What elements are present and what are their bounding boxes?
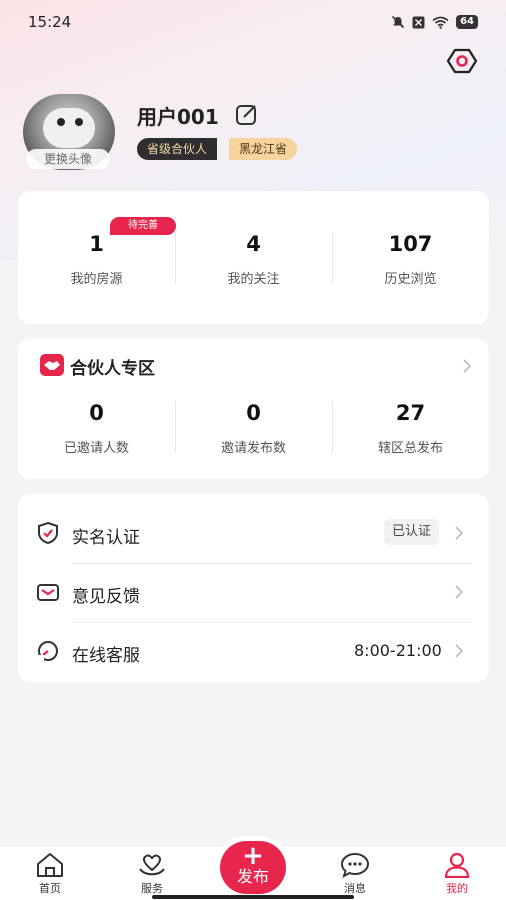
stat-invited[interactable]: 0 已邀请人数: [18, 401, 175, 456]
partner-level-badge: 省级合伙人: [137, 138, 218, 160]
tab-label: 首页: [39, 882, 61, 895]
settings-icon[interactable]: [447, 46, 477, 76]
stat-label: 邀请发布数: [220, 441, 286, 456]
home-icon: [37, 853, 63, 877]
stat-value: 0: [89, 401, 104, 425]
stat-label: 已邀请人数: [63, 441, 129, 456]
chevron-right-icon: [455, 644, 464, 658]
stat-label: 辖区总发布: [377, 441, 443, 456]
profile-icon: [444, 852, 470, 878]
mail-icon: [37, 584, 59, 601]
customer-service-icon: [38, 641, 58, 661]
publish-label: 发布: [236, 867, 269, 886]
service-icon: [139, 854, 165, 876]
menu-item-feedback[interactable]: 意见反馈: [18, 563, 489, 622]
stat-district-posts[interactable]: 27 辖区总发布: [332, 401, 489, 456]
stat-my-listings[interactable]: 1 我的房源: [18, 232, 175, 287]
menu-item-label: 实名认证: [72, 528, 140, 548]
plus-icon: +: [242, 841, 264, 871]
pending-tag: 待完善: [110, 217, 176, 235]
avatar-eye: [57, 118, 65, 126]
chevron-right-icon: [455, 526, 464, 540]
nfc-icon: [412, 16, 425, 28]
stat-label: 我的关注: [227, 272, 280, 287]
chevron-right-icon: [463, 359, 472, 373]
status-icons: 64: [391, 15, 478, 29]
tab-label: 我的: [446, 882, 468, 895]
stat-value: 27: [395, 401, 426, 425]
change-avatar-button[interactable]: 更换头像: [26, 149, 110, 169]
publish-button[interactable]: + 发布: [220, 841, 286, 894]
region-badge: 黑龙江省: [229, 138, 298, 160]
verified-badge: 已认证: [384, 519, 440, 545]
shield-check-icon: [38, 522, 58, 544]
chevron-right-icon: [455, 585, 464, 599]
home-indicator: [152, 895, 354, 899]
username: 用户001: [137, 105, 219, 129]
edit-icon[interactable]: [235, 103, 259, 127]
stat-value: 4: [246, 232, 261, 256]
tab-home[interactable]: 首页: [20, 852, 80, 896]
wifi-icon: [432, 16, 449, 29]
menu-card: 实名认证 已认证 意见反馈 在线客服 8:00-21:00: [18, 494, 489, 682]
menu-item-real-name[interactable]: 实名认证 已认证: [18, 504, 489, 563]
tab-label: 服务: [141, 882, 163, 895]
service-hours: 8:00-21:00: [354, 641, 442, 660]
menu-item-label: 意见反馈: [72, 587, 140, 607]
tab-messages[interactable]: 消息: [325, 852, 385, 896]
stat-label: 我的房源: [70, 272, 123, 287]
menu-item-customer-service[interactable]: 在线客服 8:00-21:00: [18, 622, 489, 681]
stat-value: 107: [388, 232, 433, 256]
stat-value: 1: [89, 232, 104, 256]
message-icon: [340, 852, 370, 878]
stat-invite-posts[interactable]: 0 邀请发布数: [175, 401, 332, 456]
battery-icon: 64: [456, 15, 478, 29]
status-bar: 15:24 64: [0, 0, 506, 44]
avatar-face: [43, 108, 95, 148]
partner-zone-title: 合伙人专区: [70, 359, 155, 379]
avatar-eye: [75, 118, 83, 126]
stat-history[interactable]: 107 历史浏览: [332, 232, 489, 287]
tab-label: 消息: [344, 882, 366, 895]
stat-my-follows[interactable]: 4 我的关注: [175, 232, 332, 287]
stats-card: 1 我的房源 4 我的关注 107 历史浏览: [18, 191, 489, 324]
stat-value: 0: [246, 401, 261, 425]
status-time: 15:24: [28, 13, 72, 31]
mute-icon: [392, 15, 405, 29]
stat-label: 历史浏览: [384, 272, 437, 287]
partner-zone-card[interactable]: 合伙人专区 0 已邀请人数 0 邀请发布数 27 辖区总发布: [18, 339, 489, 479]
tab-profile[interactable]: 我的: [427, 852, 487, 896]
menu-item-label: 在线客服: [72, 646, 140, 666]
handshake-icon: [40, 354, 64, 376]
tab-service[interactable]: 服务: [122, 852, 182, 896]
